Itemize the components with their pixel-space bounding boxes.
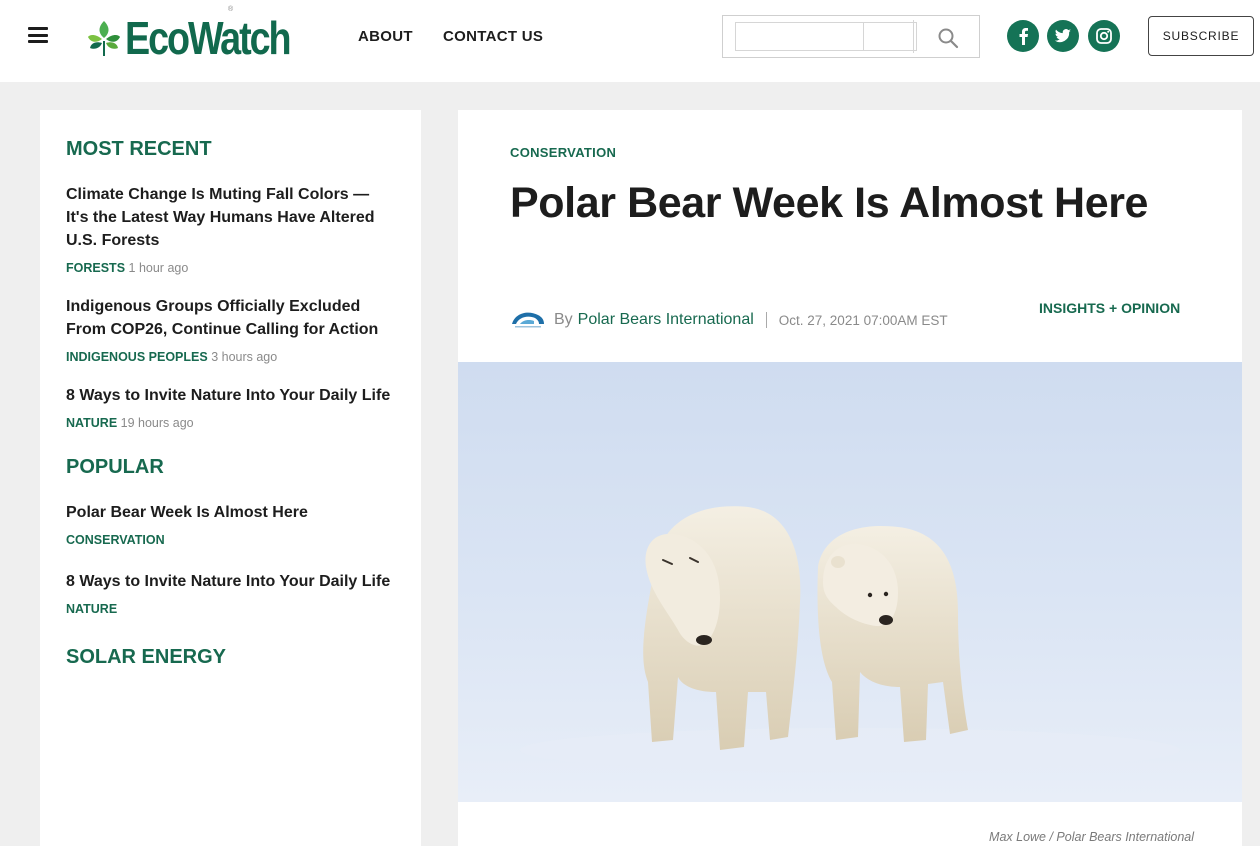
category-tag[interactable]: FORESTS (66, 261, 125, 275)
search-bar (722, 15, 980, 58)
byline: By Polar Bears International Oct. 27, 20… (510, 308, 948, 332)
hero-image-polar-bears (458, 362, 1242, 802)
search-icon[interactable] (937, 27, 959, 49)
article-link[interactable]: Indigenous Groups Officially Excluded Fr… (66, 295, 395, 341)
article-link[interactable]: Climate Change Is Muting Fall Colors — I… (66, 183, 395, 252)
facebook-icon[interactable] (1007, 20, 1039, 52)
search-separator (913, 20, 914, 53)
instagram-icon[interactable] (1088, 20, 1120, 52)
subscribe-button[interactable]: SUBSCRIBE (1148, 16, 1254, 56)
article-category-link[interactable]: CONSERVATION (510, 145, 616, 160)
twitter-icon[interactable] (1047, 20, 1079, 52)
byline-prefix: By (554, 311, 573, 328)
category-tag[interactable]: NATURE (66, 602, 117, 616)
category-tag[interactable]: INDIGENOUS PEOPLES (66, 350, 208, 364)
list-item: 8 Ways to Invite Nature Into Your Daily … (66, 570, 395, 616)
list-item: Polar Bear Week Is Almost Here CONSERVAT… (66, 501, 395, 547)
timestamp: 3 hours ago (211, 350, 278, 364)
item-meta: FORESTS 1 hour ago (66, 261, 395, 275)
category-tag[interactable]: NATURE (66, 416, 117, 430)
search-field-wrapper (735, 22, 917, 51)
list-item: Climate Change Is Muting Fall Colors — I… (66, 183, 395, 275)
publish-date: Oct. 27, 2021 07:00AM EST (778, 312, 948, 328)
popular-heading: POPULAR (66, 456, 164, 478)
timestamp: 1 hour ago (128, 261, 189, 275)
nav-contact-link[interactable]: CONTACT US (443, 28, 543, 45)
item-meta: INDIGENOUS PEOPLES 3 hours ago (66, 350, 395, 364)
author-link[interactable]: Polar Bears International (578, 311, 754, 329)
article-headline: Polar Bear Week Is Almost Here (510, 179, 1149, 227)
registered-mark: ® (228, 6, 234, 13)
item-meta: NATURE 19 hours ago (66, 416, 395, 430)
article-link[interactable]: Polar Bear Week Is Almost Here (66, 501, 395, 524)
list-item: Indigenous Groups Officially Excluded Fr… (66, 295, 395, 364)
article-card: CONSERVATION Polar Bear Week Is Almost H… (458, 110, 1242, 846)
list-item: 8 Ways to Invite Nature Into Your Daily … (66, 384, 395, 430)
search-input[interactable] (736, 23, 916, 50)
most-recent-heading: MOST RECENT (66, 138, 212, 160)
polar-bears-international-logo (512, 312, 544, 328)
search-divider (863, 22, 864, 51)
sidebar: MOST RECENT Climate Change Is Muting Fal… (40, 110, 421, 846)
section-link[interactable]: INSIGHTS + OPINION (1039, 300, 1180, 316)
image-caption: Max Lowe / Polar Bears International (989, 830, 1194, 844)
item-meta: CONSERVATION (66, 533, 395, 547)
item-meta: NATURE (66, 602, 395, 616)
category-tag[interactable]: CONSERVATION (66, 533, 165, 547)
site-header: EcoWatch ® ABOUT CONTACT US SUBSCRIBE (0, 0, 1260, 82)
logo-text: EcoWatch (125, 12, 292, 64)
menu-icon[interactable] (28, 27, 48, 43)
solar-energy-heading[interactable]: SOLAR ENERGY (66, 646, 395, 669)
article-link[interactable]: 8 Ways to Invite Nature Into Your Daily … (66, 570, 395, 593)
leaf-logo-icon (88, 21, 120, 56)
site-logo[interactable]: EcoWatch (87, 8, 326, 68)
article-link[interactable]: 8 Ways to Invite Nature Into Your Daily … (66, 384, 395, 407)
byline-divider (765, 312, 767, 328)
nav-about-link[interactable]: ABOUT (358, 28, 413, 45)
timestamp: 19 hours ago (120, 416, 194, 430)
